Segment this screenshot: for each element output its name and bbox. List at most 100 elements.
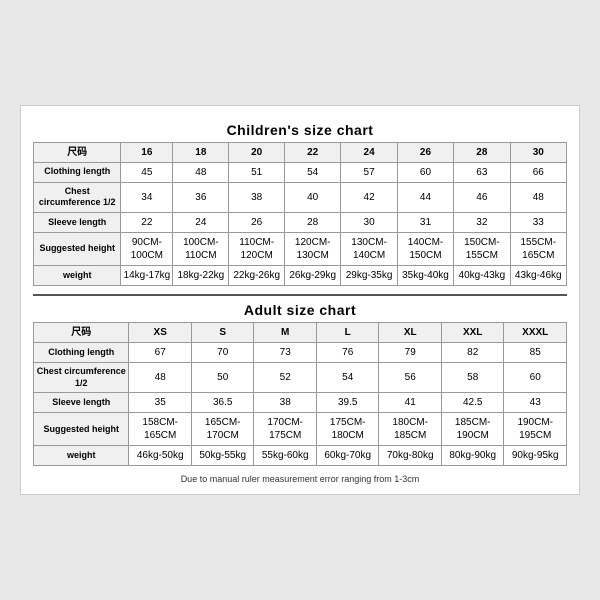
children-cell-0-5: 60: [397, 162, 453, 182]
adult-cell-0-2: 73: [254, 343, 317, 363]
footer-note: Due to manual ruler measurement error ra…: [33, 474, 567, 484]
adult-cell-3-2: 170CM-175CM: [254, 413, 317, 446]
adult-cell-0-0: 67: [129, 343, 192, 363]
children-cell-4-5: 35kg-40kg: [397, 266, 453, 286]
adult-cell-2-0: 35: [129, 393, 192, 413]
children-row-label-3: Suggested height: [34, 233, 121, 266]
children-cell-1-5: 44: [397, 182, 453, 212]
adult-col-header-0: 尺码: [34, 323, 129, 343]
children-table-body: Clothing length4548515457606366Chest cir…: [34, 162, 567, 285]
table-row: Clothing length4548515457606366: [34, 162, 567, 182]
adult-cell-3-0: 158CM-165CM: [129, 413, 192, 446]
children-cell-0-2: 51: [229, 162, 285, 182]
children-cell-3-0: 90CM-100CM: [121, 233, 173, 266]
children-cell-2-4: 30: [341, 213, 397, 233]
adult-cell-0-1: 70: [191, 343, 254, 363]
children-cell-2-2: 26: [229, 213, 285, 233]
children-cell-0-6: 63: [454, 162, 510, 182]
adult-chart-title: Adult size chart: [33, 302, 567, 318]
children-cell-3-5: 140CM-150CM: [397, 233, 453, 266]
table-row: Suggested height158CM-165CM165CM-170CM17…: [34, 413, 567, 446]
children-col-header-6: 26: [397, 142, 453, 162]
adult-row-label-3: Suggested height: [34, 413, 129, 446]
adult-cell-0-6: 85: [504, 343, 567, 363]
children-cell-1-6: 46: [454, 182, 510, 212]
children-cell-3-4: 130CM-140CM: [341, 233, 397, 266]
adult-size-table: 尺码XSSMLXLXXLXXXL Clothing length67707376…: [33, 322, 567, 466]
children-cell-2-0: 22: [121, 213, 173, 233]
children-row-label-2: Sleeve length: [34, 213, 121, 233]
table-row: weight46kg-50kg50kg-55kg55kg-60kg60kg-70…: [34, 446, 567, 466]
children-cell-1-3: 40: [285, 182, 341, 212]
children-col-header-8: 30: [510, 142, 566, 162]
children-cell-0-0: 45: [121, 162, 173, 182]
children-col-header-2: 18: [173, 142, 229, 162]
children-col-header-7: 28: [454, 142, 510, 162]
adult-cell-4-4: 70kg-80kg: [379, 446, 442, 466]
adult-cell-1-4: 56: [379, 363, 442, 393]
children-cell-2-3: 28: [285, 213, 341, 233]
table-row: Chest circumference 1/23436384042444648: [34, 182, 567, 212]
adult-cell-2-3: 39.5: [316, 393, 379, 413]
children-col-header-3: 20: [229, 142, 285, 162]
children-row-label-0: Clothing length: [34, 162, 121, 182]
adult-cell-0-5: 82: [441, 343, 504, 363]
adult-cell-2-4: 41: [379, 393, 442, 413]
adult-cell-3-4: 180CM-185CM: [379, 413, 442, 446]
children-cell-1-4: 42: [341, 182, 397, 212]
children-cell-3-7: 155CM-165CM: [510, 233, 566, 266]
children-col-header-1: 16: [121, 142, 173, 162]
children-cell-2-1: 24: [173, 213, 229, 233]
adult-cell-0-4: 79: [379, 343, 442, 363]
children-cell-4-2: 22kg-26kg: [229, 266, 285, 286]
adult-cell-1-2: 52: [254, 363, 317, 393]
children-cell-0-1: 48: [173, 162, 229, 182]
adult-row-label-2: Sleeve length: [34, 393, 129, 413]
children-cell-1-1: 36: [173, 182, 229, 212]
children-cell-4-0: 14kg-17kg: [121, 266, 173, 286]
table-row: Sleeve length2224262830313233: [34, 213, 567, 233]
adult-col-header-6: XXL: [441, 323, 504, 343]
children-row-label-4: weight: [34, 266, 121, 286]
table-row: Clothing length67707376798285: [34, 343, 567, 363]
adult-cell-1-5: 58: [441, 363, 504, 393]
adult-cell-3-5: 185CM-190CM: [441, 413, 504, 446]
adult-cell-4-3: 60kg-70kg: [316, 446, 379, 466]
children-cell-3-2: 110CM-120CM: [229, 233, 285, 266]
section-divider: [33, 294, 567, 296]
adult-header-row: 尺码XSSMLXLXXLXXXL: [34, 323, 567, 343]
adult-row-label-4: weight: [34, 446, 129, 466]
children-col-header-5: 24: [341, 142, 397, 162]
children-cell-2-6: 32: [454, 213, 510, 233]
children-cell-0-3: 54: [285, 162, 341, 182]
table-row: Sleeve length3536.53839.54142.543: [34, 393, 567, 413]
adult-cell-2-1: 36.5: [191, 393, 254, 413]
children-cell-1-0: 34: [121, 182, 173, 212]
children-cell-2-5: 31: [397, 213, 453, 233]
children-cell-3-6: 150CM-155CM: [454, 233, 510, 266]
children-cell-0-4: 57: [341, 162, 397, 182]
children-cell-0-7: 66: [510, 162, 566, 182]
adult-col-header-4: L: [316, 323, 379, 343]
adult-cell-3-1: 165CM-170CM: [191, 413, 254, 446]
children-cell-4-1: 18kg-22kg: [173, 266, 229, 286]
children-size-table: 尺码1618202224262830 Clothing length454851…: [33, 142, 567, 286]
children-cell-4-7: 43kg-46kg: [510, 266, 566, 286]
adult-cell-1-1: 50: [191, 363, 254, 393]
adult-cell-2-2: 38: [254, 393, 317, 413]
adult-col-header-1: XS: [129, 323, 192, 343]
adult-row-label-1: Chest circumference 1/2: [34, 363, 129, 393]
adult-row-label-0: Clothing length: [34, 343, 129, 363]
adult-cell-3-3: 175CM-180CM: [316, 413, 379, 446]
adult-col-header-7: XXXL: [504, 323, 567, 343]
adult-cell-2-5: 42.5: [441, 393, 504, 413]
size-chart-container: Children's size chart 尺码1618202224262830…: [20, 105, 580, 496]
adult-cell-3-6: 190CM-195CM: [504, 413, 567, 446]
children-cell-4-6: 40kg-43kg: [454, 266, 510, 286]
children-row-label-1: Chest circumference 1/2: [34, 182, 121, 212]
children-cell-3-3: 120CM-130CM: [285, 233, 341, 266]
children-col-header-0: 尺码: [34, 142, 121, 162]
children-cell-4-3: 26kg-29kg: [285, 266, 341, 286]
adult-col-header-2: S: [191, 323, 254, 343]
children-col-header-4: 22: [285, 142, 341, 162]
